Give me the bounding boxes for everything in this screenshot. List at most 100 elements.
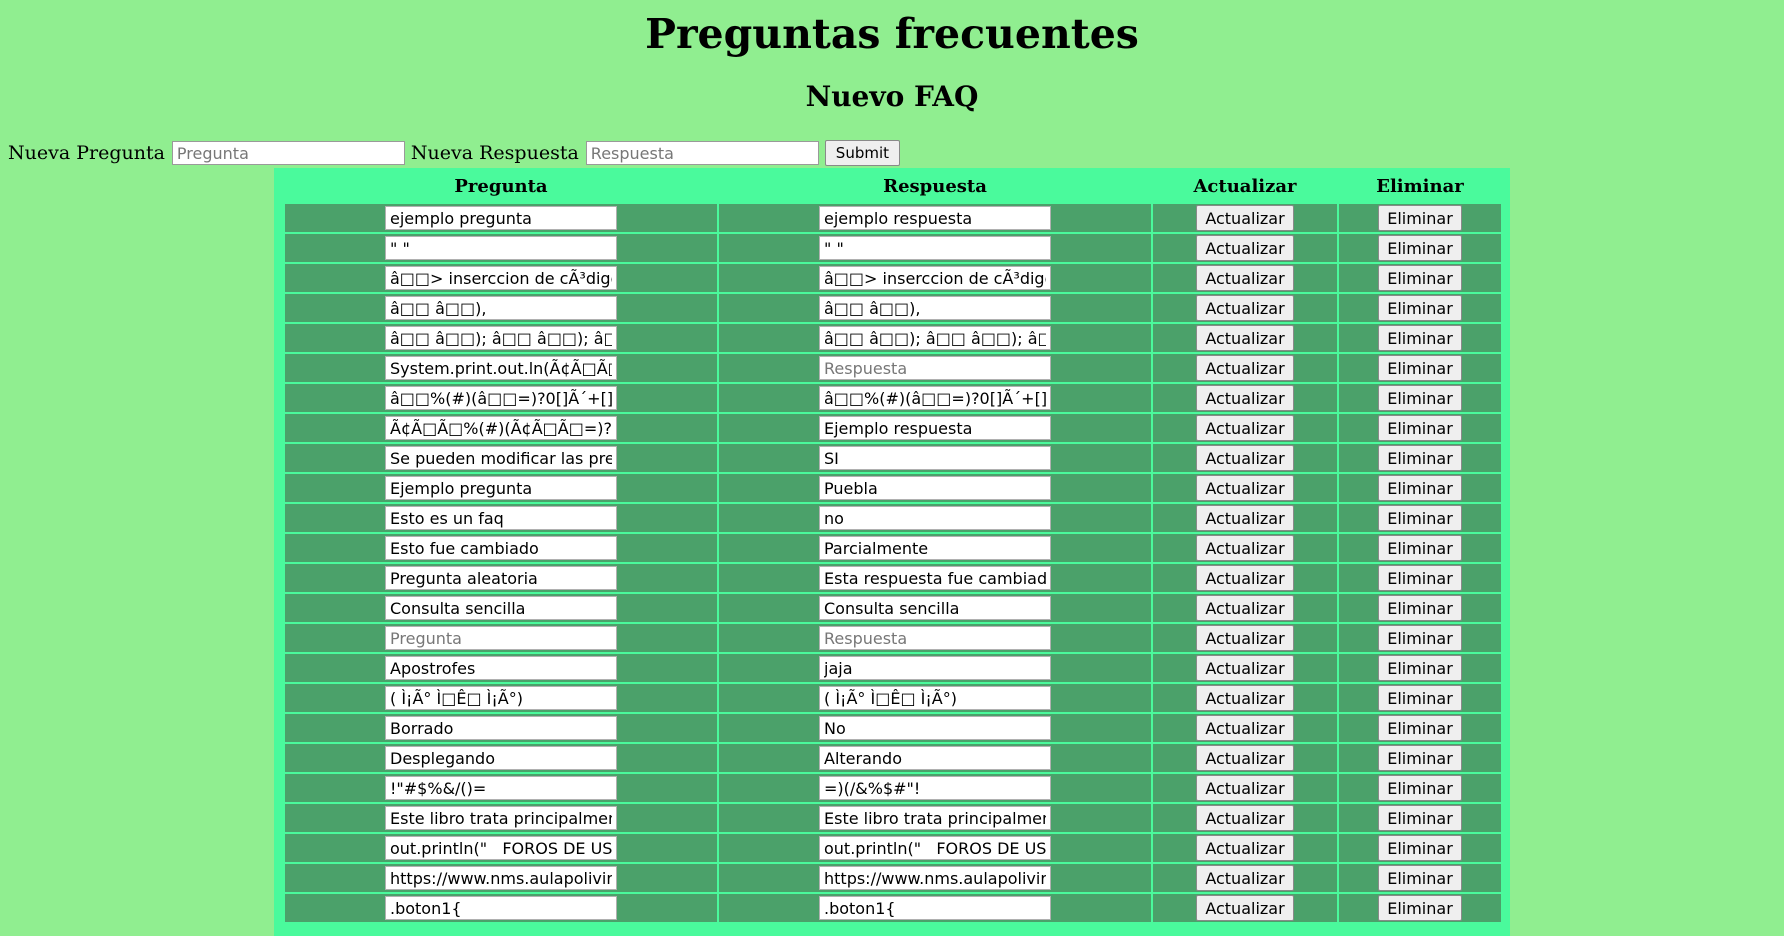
delete-button[interactable]: Eliminar xyxy=(1378,505,1462,531)
delete-button[interactable]: Eliminar xyxy=(1378,475,1462,501)
update-button[interactable]: Actualizar xyxy=(1196,565,1294,591)
answer-input[interactable] xyxy=(819,206,1051,230)
delete-button[interactable]: Eliminar xyxy=(1378,415,1462,441)
update-button[interactable]: Actualizar xyxy=(1196,355,1294,381)
update-button[interactable]: Actualizar xyxy=(1196,535,1294,561)
question-input[interactable] xyxy=(385,536,617,560)
question-input[interactable] xyxy=(385,836,617,860)
delete-button[interactable]: Eliminar xyxy=(1378,235,1462,261)
update-button[interactable]: Actualizar xyxy=(1196,895,1294,921)
delete-button[interactable]: Eliminar xyxy=(1378,445,1462,471)
update-button[interactable]: Actualizar xyxy=(1196,385,1294,411)
question-input[interactable] xyxy=(385,866,617,890)
update-button[interactable]: Actualizar xyxy=(1196,715,1294,741)
answer-input[interactable] xyxy=(819,266,1051,290)
answer-input[interactable] xyxy=(819,506,1051,530)
update-button[interactable]: Actualizar xyxy=(1196,475,1294,501)
answer-input[interactable] xyxy=(819,536,1051,560)
delete-button[interactable]: Eliminar xyxy=(1378,685,1462,711)
answer-input[interactable] xyxy=(819,656,1051,680)
answer-input[interactable] xyxy=(819,776,1051,800)
update-button[interactable]: Actualizar xyxy=(1196,865,1294,891)
question-input[interactable] xyxy=(385,416,617,440)
new-question-input[interactable] xyxy=(171,141,405,165)
question-input[interactable] xyxy=(385,296,617,320)
delete-button[interactable]: Eliminar xyxy=(1378,325,1462,351)
update-button[interactable]: Actualizar xyxy=(1196,265,1294,291)
answer-input[interactable] xyxy=(819,416,1051,440)
update-button[interactable]: Actualizar xyxy=(1196,505,1294,531)
answer-input[interactable] xyxy=(819,836,1051,860)
answer-input[interactable] xyxy=(819,686,1051,710)
answer-input[interactable] xyxy=(819,746,1051,770)
question-input[interactable] xyxy=(385,506,617,530)
answer-input[interactable] xyxy=(819,386,1051,410)
update-button[interactable]: Actualizar xyxy=(1196,235,1294,261)
delete-button[interactable]: Eliminar xyxy=(1378,355,1462,381)
delete-button[interactable]: Eliminar xyxy=(1378,625,1462,651)
update-button[interactable]: Actualizar xyxy=(1196,835,1294,861)
update-button[interactable]: Actualizar xyxy=(1196,685,1294,711)
question-input[interactable] xyxy=(385,596,617,620)
answer-input[interactable] xyxy=(819,866,1051,890)
question-cell xyxy=(285,234,717,262)
delete-button[interactable]: Eliminar xyxy=(1378,535,1462,561)
update-button[interactable]: Actualizar xyxy=(1196,445,1294,471)
delete-button[interactable]: Eliminar xyxy=(1378,385,1462,411)
question-input[interactable] xyxy=(385,326,617,350)
delete-button[interactable]: Eliminar xyxy=(1378,865,1462,891)
answer-input[interactable] xyxy=(819,566,1051,590)
answer-input[interactable] xyxy=(819,476,1051,500)
submit-button[interactable]: Submit xyxy=(824,140,901,166)
answer-input[interactable] xyxy=(819,356,1051,380)
update-button[interactable]: Actualizar xyxy=(1196,295,1294,321)
question-input[interactable] xyxy=(385,656,617,680)
update-button[interactable]: Actualizar xyxy=(1196,205,1294,231)
update-button[interactable]: Actualizar xyxy=(1196,595,1294,621)
delete-button[interactable]: Eliminar xyxy=(1378,565,1462,591)
question-input[interactable] xyxy=(385,806,617,830)
question-input[interactable] xyxy=(385,386,617,410)
question-input[interactable] xyxy=(385,206,617,230)
question-input[interactable] xyxy=(385,716,617,740)
answer-input[interactable] xyxy=(819,626,1051,650)
delete-button[interactable]: Eliminar xyxy=(1378,835,1462,861)
answer-input[interactable] xyxy=(819,236,1051,260)
question-input[interactable] xyxy=(385,476,617,500)
question-input[interactable] xyxy=(385,236,617,260)
delete-button[interactable]: Eliminar xyxy=(1378,745,1462,771)
update-button[interactable]: Actualizar xyxy=(1196,415,1294,441)
answer-input[interactable] xyxy=(819,716,1051,740)
update-button[interactable]: Actualizar xyxy=(1196,775,1294,801)
question-input[interactable] xyxy=(385,686,617,710)
delete-button[interactable]: Eliminar xyxy=(1378,715,1462,741)
delete-button[interactable]: Eliminar xyxy=(1378,265,1462,291)
update-button[interactable]: Actualizar xyxy=(1196,805,1294,831)
question-input[interactable] xyxy=(385,776,617,800)
update-button[interactable]: Actualizar xyxy=(1196,625,1294,651)
update-button[interactable]: Actualizar xyxy=(1196,655,1294,681)
answer-input[interactable] xyxy=(819,326,1051,350)
answer-input[interactable] xyxy=(819,596,1051,620)
answer-input[interactable] xyxy=(819,806,1051,830)
question-input[interactable] xyxy=(385,446,617,470)
answer-input[interactable] xyxy=(819,896,1051,920)
delete-button[interactable]: Eliminar xyxy=(1378,205,1462,231)
answer-input[interactable] xyxy=(819,296,1051,320)
delete-button[interactable]: Eliminar xyxy=(1378,595,1462,621)
question-input[interactable] xyxy=(385,626,617,650)
update-button[interactable]: Actualizar xyxy=(1196,325,1294,351)
question-input[interactable] xyxy=(385,356,617,380)
delete-button[interactable]: Eliminar xyxy=(1378,295,1462,321)
delete-button[interactable]: Eliminar xyxy=(1378,775,1462,801)
delete-button[interactable]: Eliminar xyxy=(1378,655,1462,681)
question-input[interactable] xyxy=(385,896,617,920)
update-button[interactable]: Actualizar xyxy=(1196,745,1294,771)
delete-button[interactable]: Eliminar xyxy=(1378,805,1462,831)
new-answer-input[interactable] xyxy=(585,141,819,165)
question-input[interactable] xyxy=(385,746,617,770)
answer-input[interactable] xyxy=(819,446,1051,470)
question-input[interactable] xyxy=(385,266,617,290)
question-input[interactable] xyxy=(385,566,617,590)
delete-button[interactable]: Eliminar xyxy=(1378,895,1462,921)
